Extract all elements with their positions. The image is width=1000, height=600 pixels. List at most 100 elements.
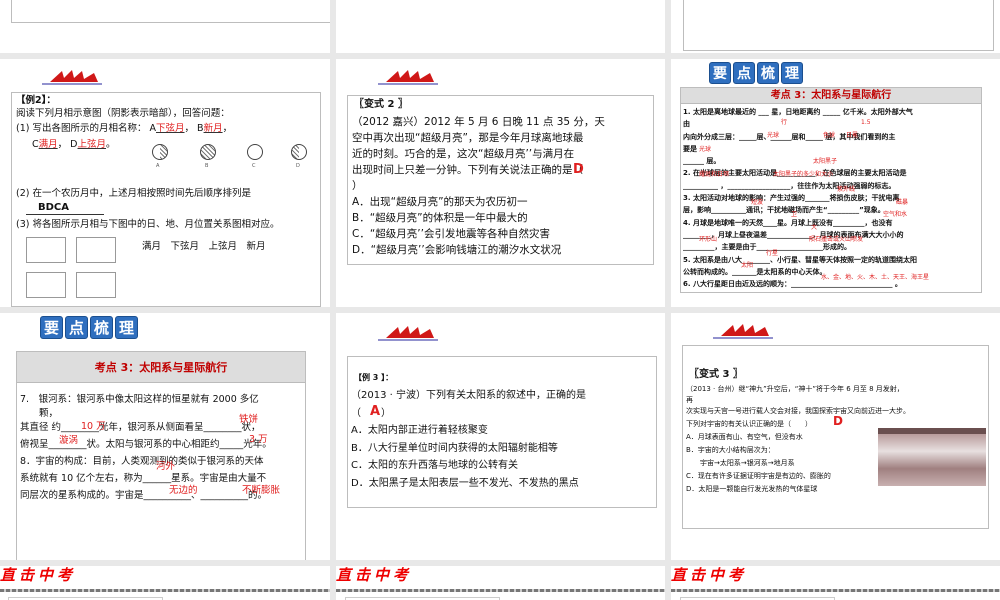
answer: 短波 (751, 199, 764, 206)
answer: 磁暴 (896, 199, 909, 206)
q2: (2) 在一个农历月中，上述月相按照时间先后顺序排列是 (16, 188, 251, 199)
content-box (11, 0, 330, 23)
option-d: D．太阳是一颗能自行发光发热的气体星球 (686, 485, 818, 493)
space-station-photo (878, 428, 986, 486)
question-line: 再 (686, 396, 693, 404)
tile: 梳 (757, 62, 779, 84)
review-line: __________ ，__________________，往往作为太阳活动强… (683, 181, 896, 190)
answer: 陨石撞击或火山喷发 (809, 236, 864, 243)
content-box: 〖变式 2 〗 （2012 嘉兴）2012 年 5 月 6 日晚 11 点 35… (347, 95, 654, 265)
question-line: （2012 嘉兴）2012 年 5 月 6 日晚 11 点 35 分，天 (352, 116, 605, 128)
review-line: 4. 月球是地球唯一的天然____星。月球上既没有_________，也没有 (683, 218, 893, 227)
option-c: C．太阳的东升西落与地球的公转有关 (351, 460, 518, 471)
slide-example-3[interactable]: 【例 3 】： （2013 · 宁波）下列有关太阳系的叙述中，正确的是 （ ） … (336, 313, 665, 560)
option-c: C．现在有许多证据证明宇宙是有边的、膨胀的 (686, 472, 831, 480)
content-box (683, 0, 994, 51)
review-line: 3. 太阳活动对地球的影响：产生过强的_______将损伤皮肤；干扰电离 (683, 194, 900, 203)
tile: 点 (733, 62, 755, 84)
answer: 太阳 (741, 262, 754, 269)
question-line: 次实现与天宫一号进行载人交会对接，我国探索宇宙又向前迈进一大步。 (686, 407, 910, 415)
slide-review-2[interactable]: 要 点 梳 理 考点 3：太阳系与星际航行 7. 银河系：银河系中像太阳这样的恒… (0, 313, 330, 560)
review-line: 内向外分成三层：_____层、______层和_____ 层，其中我们看到的主 (683, 132, 896, 141)
divider (671, 589, 1000, 592)
section-tiles: 要 点 梳 理 (40, 316, 138, 339)
label-a: A (156, 163, 160, 169)
slide-variant-3[interactable]: 〖变式 3 〗 （2013 · 台州）继“神九”升空后，“神十”将于今年 6 月… (671, 313, 1000, 560)
divider (336, 589, 665, 592)
section-header: 考点 3：太阳系与星际航行 (681, 88, 981, 104)
answer: 环形山 (699, 236, 718, 243)
review-line: ________，月球上昼夜温差_____________，月球的表面布满大大小… (683, 230, 904, 239)
option-c: C．“超级月亮’’会引发地震等各种自然灾害 (352, 228, 550, 240)
tile: 要 (709, 62, 731, 84)
answer: 铁饼 (239, 414, 259, 425)
tile: 理 (115, 316, 138, 339)
zhiji-zhongkao-logo: 直击中考 (671, 566, 748, 584)
answer-b: 新月 (203, 123, 223, 134)
option-a: A．太阳内部正进行着轻核聚变 (351, 425, 488, 436)
review-line: 7. 银河系：银河系中像太阳这样的恒星就有 2000 多亿 (20, 394, 259, 405)
answer-a: 下弦月 (156, 123, 185, 134)
answer: 耀斑和日珥 (699, 171, 730, 178)
q1-d: ， D (57, 139, 78, 150)
answer-c: 满月 (38, 139, 58, 150)
review-line: 由 (683, 120, 690, 129)
label-b: B (205, 163, 209, 169)
review-line: _________，主要是由于___________________形成的。 (683, 243, 851, 252)
q3: (3) 将各图所示月相与下图中的日、地、月位置关系图相对应。 (16, 219, 280, 230)
answer: 1.5 (861, 119, 871, 126)
slide-thumbnail[interactable]: 直击中考 (671, 566, 1000, 600)
answer: 色球 (823, 132, 836, 139)
content-box: 【例2】： 阅读下列月相示意图（阴影表示暗部），回答问题： (1) 写出各图所示… (11, 92, 321, 307)
option-b: B．八大行星单位时间内获得的太阳辐射能相等 (351, 442, 558, 454)
answer: 漩涡 (59, 435, 79, 446)
moon-phase-b (200, 144, 216, 160)
label-d: D (296, 163, 300, 169)
review-line: 颗， (20, 408, 59, 419)
question-line: 出现时间上只差一分钟。下列有关说法正确的是（ (352, 164, 583, 176)
answer: 日冕 (846, 132, 859, 139)
option-b: B．宇宙的大小结构层次为： (686, 446, 775, 454)
tile: 点 (65, 316, 88, 339)
review-line: 系统就有 10 亿个左右，称为______星系。宇宙是由大量不 (20, 473, 267, 484)
variant-title: 〖变式 2 〗 (354, 99, 408, 110)
slide-thumbnail[interactable] (671, 0, 1000, 53)
slide-thumbnail[interactable]: 直击中考 (336, 566, 665, 600)
logo-icon (42, 70, 102, 85)
slide-example-2[interactable]: 【例2】： 阅读下列月相示意图（阴影表示暗部），回答问题： (1) 写出各图所示… (0, 59, 330, 307)
slide-review-1[interactable]: 要 点 梳 理 考点 3：太阳系与星际航行 1. 太阳是离地球最近的 ___ 星… (671, 59, 1000, 307)
answer: 太阳黑子的多少和大小 (773, 171, 834, 178)
logo-icon (378, 70, 438, 85)
moon-phase-c (247, 144, 263, 160)
review-line: 俯视呈________状。太阳与银河系的中心相距约_____光年。 (20, 439, 272, 450)
moon-phase-d (291, 144, 307, 160)
answer-mark: A (370, 404, 381, 419)
answer: 10 万 (81, 421, 106, 432)
q1-c: C (32, 139, 39, 150)
answer: 行星 (766, 250, 779, 257)
review-line: 层，影响__________通讯；干扰地磁场而产生“_________”现象。 (683, 206, 885, 215)
moon-phase-a (152, 144, 168, 160)
review-line: 5. 太阳系是由八大________、小行星、彗星等天体按照一定的轨道围绕太阳 (683, 255, 917, 264)
divider (0, 589, 330, 592)
slide-variant-2[interactable]: 〖变式 2 〗 （2012 嘉兴）2012 年 5 月 6 日晚 11 点 35… (336, 59, 665, 307)
q1: (1) 写出各图所示的月相名称： A (16, 123, 156, 134)
slide-thumbnail[interactable] (0, 0, 330, 53)
review-line: 8．宇宙的构成：目前，人类观测到的类似于银河系的天体 (20, 456, 264, 467)
content-box: 【例 3 】： （2013 · 宁波）下列有关太阳系的叙述中，正确的是 （ ） … (347, 356, 657, 508)
diagram (76, 237, 116, 263)
option-d: D．太阳黑子是太阳表层一些不发光、不发热的黑点 (351, 477, 579, 489)
diagram (76, 272, 116, 298)
match-answers: 满月 下弦月 上弦月 新月 (142, 241, 266, 252)
answer-d: 上弦月 (77, 139, 107, 150)
option-a: A．出现“超级月亮”的那天为农历初一 (352, 196, 528, 208)
answer-order: BDCA (38, 202, 70, 213)
diagram (26, 237, 66, 263)
option-d: D．“超级月亮’’会影响钱塘江的潮汐水文状况 (352, 244, 562, 256)
logo-icon (378, 326, 438, 341)
answer: 光球 (767, 132, 780, 139)
answer-mark: D (833, 414, 843, 428)
slide-thumbnail[interactable]: 直击中考 (0, 566, 330, 600)
slide-thumbnail[interactable] (336, 0, 665, 53)
question-line: （ ） (351, 407, 391, 419)
